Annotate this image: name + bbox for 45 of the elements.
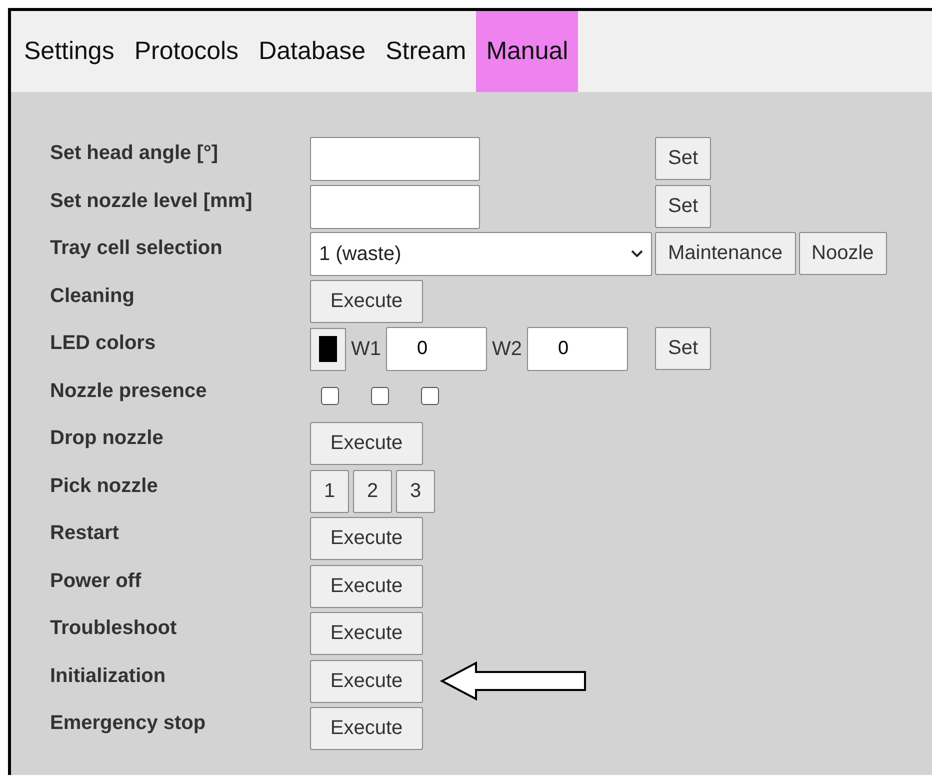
checkbox[interactable] [321, 386, 339, 404]
number-button[interactable]: 1 [310, 470, 349, 512]
set-button[interactable]: Set [655, 327, 712, 370]
number-button[interactable]: 3 [396, 470, 435, 512]
tab[interactable]: Database [248, 11, 376, 92]
color-picker[interactable] [310, 328, 346, 370]
execute-button[interactable]: Execute [310, 564, 423, 608]
field-label: W1 [351, 338, 381, 360]
execute-button[interactable]: Execute [310, 517, 423, 560]
set-button[interactable]: Set [655, 184, 712, 228]
input-field[interactable] [310, 184, 480, 228]
tab[interactable]: Protocols [124, 11, 249, 92]
action-button[interactable]: Noozle [798, 232, 887, 275]
row-label: Emergency stop [50, 711, 207, 735]
tab[interactable]: Settings [14, 11, 124, 92]
row-label: LED colors [50, 331, 157, 355]
row-label: Pick nozzle [50, 474, 159, 498]
action-button[interactable]: Maintenance [655, 232, 796, 275]
number-button[interactable]: 2 [353, 470, 392, 512]
field-label: W2 [492, 338, 522, 360]
row-label: Restart [50, 521, 120, 545]
input-field[interactable]: 0 [527, 327, 628, 371]
dropdown[interactable]: 1 (waste) [310, 232, 652, 276]
input-field[interactable]: 0 [386, 327, 487, 371]
row-label: Drop nozzle [50, 426, 164, 450]
execute-button[interactable]: Execute [310, 707, 423, 750]
row-label: Set head angle [°] [50, 141, 220, 165]
checkbox[interactable] [421, 386, 439, 404]
tab[interactable]: Stream [376, 11, 476, 92]
tab[interactable]: Manual [476, 11, 578, 92]
row-label: Set nozzle level [mm] [50, 188, 254, 212]
execute-button[interactable]: Execute [310, 660, 423, 702]
row-label: Nozzle presence [50, 378, 208, 402]
row-label: Cleaning [50, 284, 136, 308]
row-label: Initialization [50, 664, 167, 688]
row-label: Troubleshoot [50, 616, 178, 640]
chevron-icon [631, 250, 643, 258]
execute-button[interactable]: Execute [310, 280, 423, 322]
execute-button[interactable]: Execute [310, 612, 423, 655]
row-label: Tray cell selection [50, 236, 224, 260]
execute-button[interactable]: Execute [310, 422, 423, 465]
checkbox[interactable] [371, 386, 389, 404]
input-field[interactable] [310, 137, 480, 181]
set-button[interactable]: Set [655, 137, 712, 180]
row-label: Power off [50, 568, 142, 592]
